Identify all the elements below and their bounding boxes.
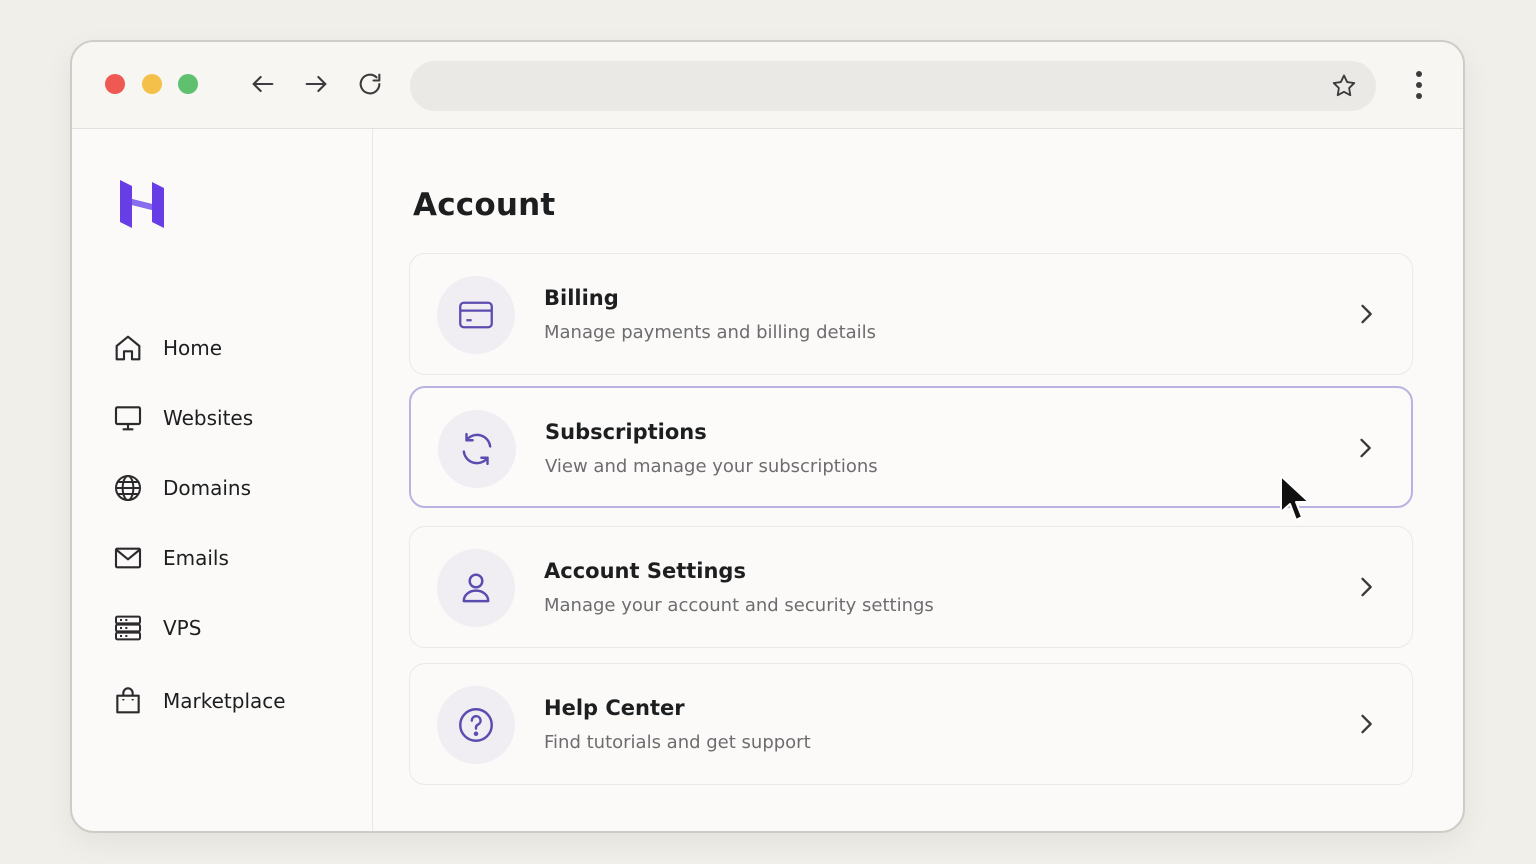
minimize-window-button[interactable]	[142, 74, 162, 94]
sidebar-item-websites[interactable]: Websites	[112, 396, 342, 440]
sidebar-item-label: Websites	[163, 406, 254, 430]
user-icon	[462, 573, 490, 603]
card-title: Account Settings	[544, 559, 746, 583]
chevron-right-icon	[1361, 714, 1372, 734]
sidebar-item-label: VPS	[163, 616, 202, 640]
reload-icon	[359, 73, 381, 95]
chevron-right-icon	[1361, 304, 1372, 324]
credit-card-icon	[459, 301, 493, 329]
sidebar-item-emails[interactable]: Emails	[112, 536, 342, 580]
address-bar[interactable]	[410, 61, 1376, 111]
card-icon-container	[437, 686, 515, 764]
chevron-right-icon	[1360, 438, 1371, 458]
card-subtitle: Manage your account and security setting…	[544, 595, 934, 616]
card-title: Billing	[544, 286, 619, 310]
hostinger-logo[interactable]	[118, 178, 166, 230]
refresh-icon	[462, 432, 492, 466]
close-window-button[interactable]	[105, 74, 125, 94]
card-icon-container	[437, 549, 515, 627]
sidebar-item-label: Marketplace	[163, 689, 286, 713]
card-title: Help Center	[544, 696, 685, 720]
help-circle-icon	[459, 708, 493, 742]
browser-toolbar	[72, 42, 1463, 129]
browser-window: Home Websites Domains Emails VPS Marketp…	[70, 40, 1465, 833]
reload-button[interactable]	[354, 68, 386, 100]
sidebar-item-label: Home	[163, 336, 223, 360]
help-center-card[interactable]: Help Center Find tutorials and get suppo…	[409, 663, 1413, 785]
sidebar-item-label: Domains	[163, 476, 252, 500]
subscriptions-card[interactable]: Subscriptions View and manage your subsc…	[409, 386, 1413, 508]
server-icon	[115, 615, 141, 641]
sidebar-item-vps[interactable]: VPS	[112, 606, 342, 650]
card-subtitle: View and manage your subscriptions	[545, 456, 878, 477]
card-icon-container	[437, 276, 515, 354]
back-button[interactable]	[247, 68, 279, 100]
card-icon-container	[438, 410, 516, 488]
arrow-right-icon	[305, 75, 327, 93]
home-icon	[115, 335, 141, 361]
shopping-bag-icon	[116, 687, 140, 714]
mouse-pointer-icon	[1280, 475, 1310, 521]
billing-card[interactable]: Billing Manage payments and billing deta…	[409, 253, 1413, 375]
sidebar-item-marketplace[interactable]: Marketplace	[112, 679, 342, 723]
arrow-left-icon	[252, 75, 274, 93]
maximize-window-button[interactable]	[178, 74, 198, 94]
mail-icon	[114, 547, 142, 569]
page-title: Account	[413, 187, 556, 223]
sidebar-item-domains[interactable]: Domains	[112, 466, 342, 510]
kebab-menu-icon	[1416, 71, 1422, 99]
card-title: Subscriptions	[545, 420, 707, 444]
forward-button[interactable]	[300, 68, 332, 100]
monitor-icon	[114, 406, 142, 431]
chevron-right-icon	[1361, 577, 1372, 597]
sidebar-item-label: Emails	[163, 546, 229, 570]
sidebar-item-home[interactable]: Home	[112, 326, 342, 370]
account-settings-card[interactable]: Account Settings Manage your account and…	[409, 526, 1413, 648]
globe-icon	[115, 475, 141, 501]
card-subtitle: Manage payments and billing details	[544, 322, 877, 343]
card-subtitle: Find tutorials and get support	[544, 732, 811, 753]
star-icon[interactable]	[1330, 72, 1358, 100]
browser-menu-button[interactable]	[1405, 68, 1433, 102]
sidebar: Home Websites Domains Emails VPS Marketp…	[72, 129, 373, 831]
